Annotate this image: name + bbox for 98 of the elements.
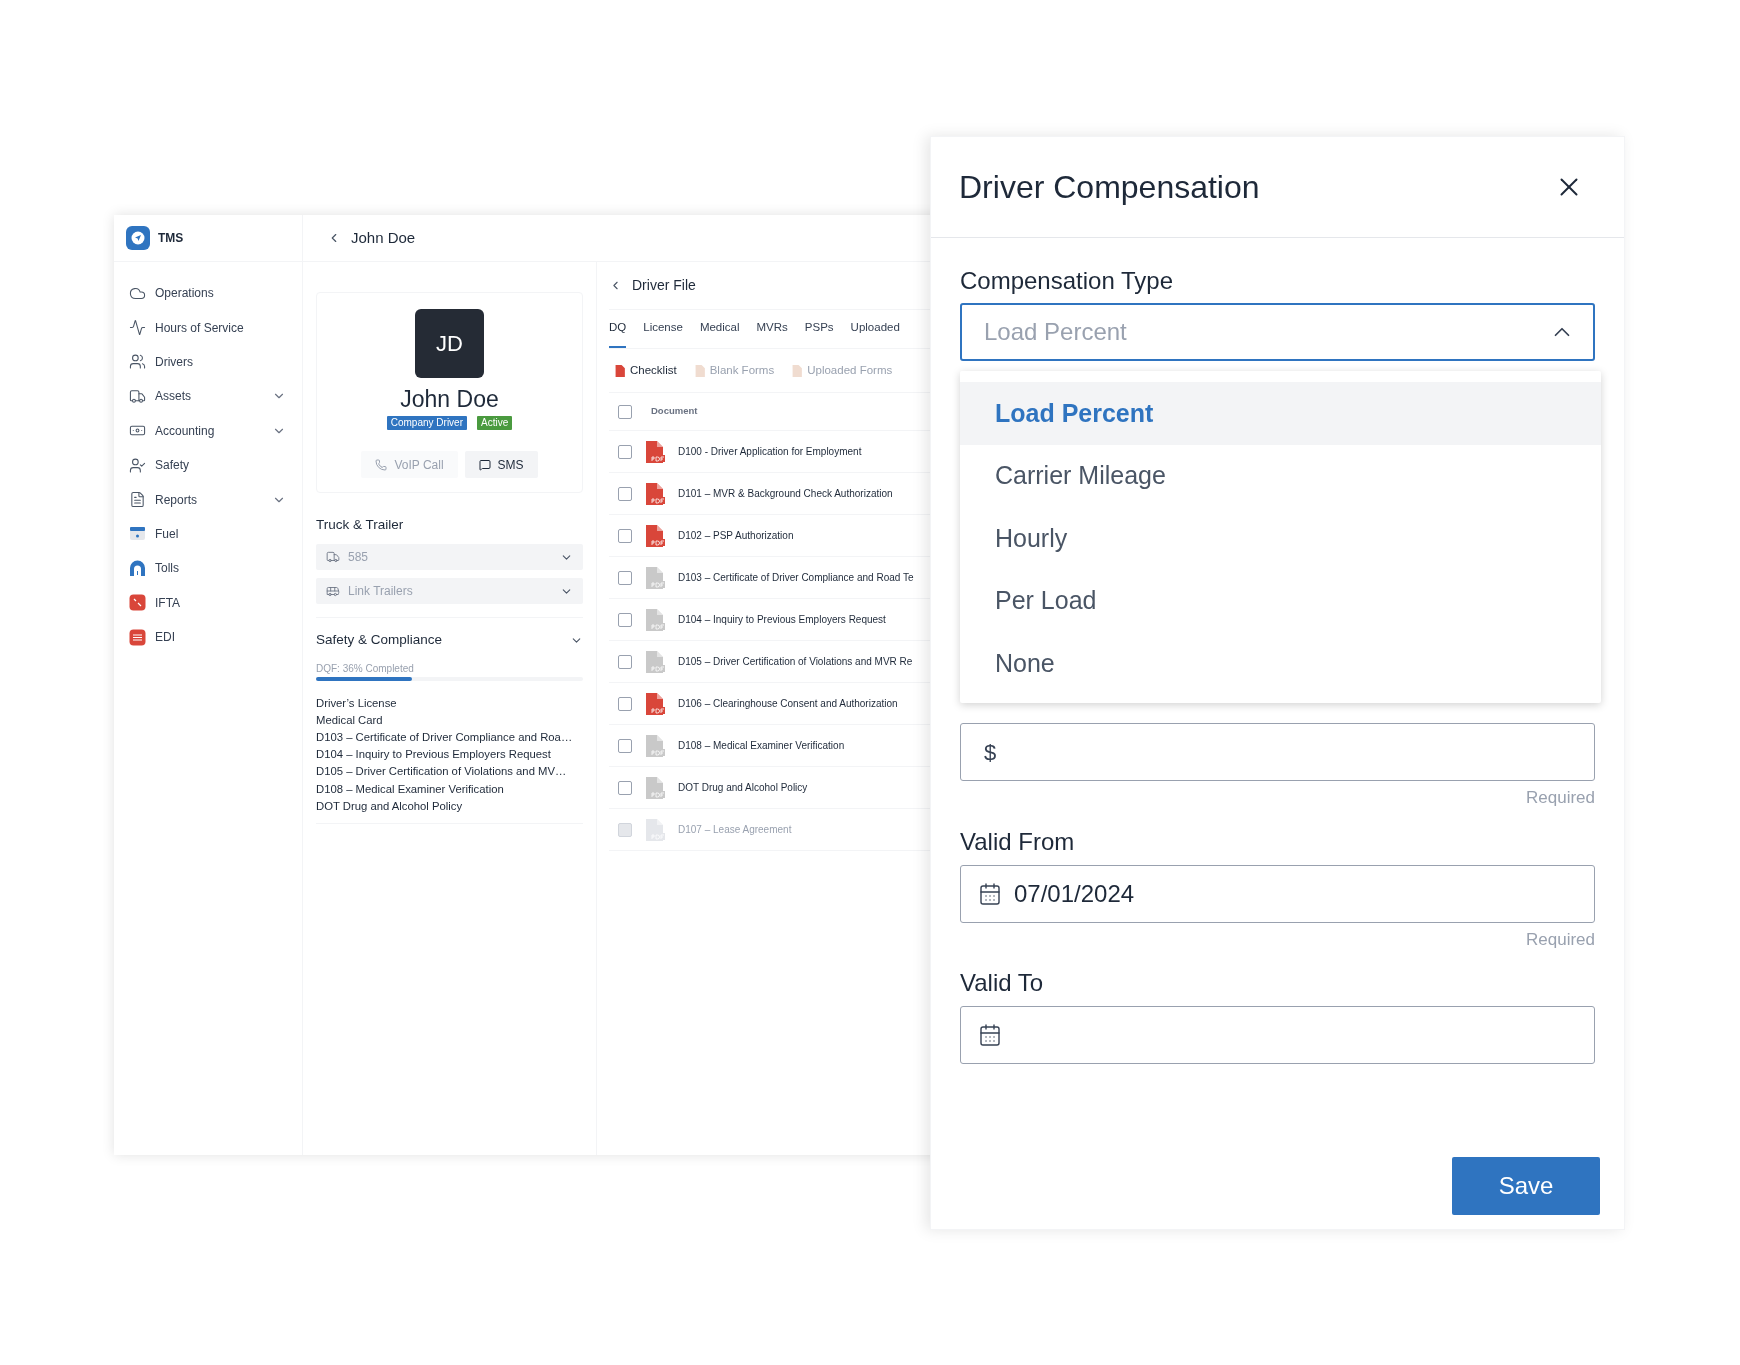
- field-label: Valid From: [960, 826, 1076, 857]
- sidebar-item[interactable]: Assets: [114, 379, 302, 414]
- pdf-file-icon: [645, 734, 665, 757]
- pdf-file-icon: [645, 440, 665, 463]
- pdf-file-icon: [615, 364, 626, 377]
- chat-icon: [478, 458, 491, 471]
- pulse-icon: [129, 319, 146, 337]
- truck-icon: [129, 387, 146, 405]
- dropdown-option[interactable]: Load Percent: [960, 382, 1601, 445]
- column-header: Document: [651, 404, 698, 419]
- required-hint: Required: [1525, 787, 1595, 809]
- pdf-file-icon: [645, 776, 665, 799]
- view-button[interactable]: Checklist: [615, 361, 677, 380]
- contact-button[interactable]: SMS: [464, 451, 538, 478]
- tab[interactable]: PSPs: [804, 310, 834, 348]
- document-icon: [129, 491, 146, 509]
- tunnel-icon: [129, 559, 146, 577]
- pdf-file-icon: [792, 364, 804, 377]
- checkbox[interactable]: [618, 528, 632, 543]
- page-title: John Doe: [351, 227, 416, 248]
- checkbox[interactable]: [618, 696, 632, 711]
- sidebar-item[interactable]: Fuel: [114, 516, 302, 552]
- progress-label: DQF: 36% Completed: [316, 661, 415, 676]
- tab[interactable]: License: [643, 310, 683, 348]
- required-hint: Required: [1525, 928, 1595, 951]
- calendar-icon: [978, 881, 1002, 906]
- document-name[interactable]: D106 – Clearinghouse Consent and Authorization: [678, 696, 898, 711]
- sidebar-item[interactable]: Safety: [114, 447, 302, 483]
- document-name[interactable]: D102 – PSP Authorization: [678, 528, 794, 543]
- document-name[interactable]: D103 – Certificate of Driver Compliance and Road Te: [678, 570, 914, 585]
- tab[interactable]: MVRs: [756, 310, 788, 348]
- tab[interactable]: Uploaded: [850, 310, 900, 348]
- status-badge: Active: [477, 416, 513, 430]
- checkbox[interactable]: [618, 486, 632, 501]
- checkbox[interactable]: [618, 444, 632, 459]
- trailer-icon: [326, 584, 340, 599]
- sidebar-item[interactable]: Drivers: [114, 344, 302, 380]
- dropdown-option[interactable]: Hourly: [960, 507, 1601, 570]
- calendar-icon: [978, 1023, 1002, 1047]
- dropdown-option[interactable]: Carrier Mileage: [960, 444, 1601, 507]
- checkbox[interactable]: [618, 780, 632, 795]
- rate-field[interactable]: $: [960, 723, 1595, 781]
- modal-title: Driver Compensation: [959, 168, 1260, 207]
- document-name[interactable]: D108 – Medical Examiner Verification: [678, 738, 845, 753]
- document-name[interactable]: D100 - Driver Application for Employment: [678, 444, 862, 459]
- checkbox[interactable]: [618, 570, 632, 585]
- pdf-file-icon: [645, 482, 665, 505]
- missing-document: D103 – Certificate of Driver Compliance and Roa…: [316, 729, 574, 745]
- sidebar-item[interactable]: IFTA: [114, 585, 302, 620]
- status-badge: Company Driver: [386, 416, 467, 430]
- sidebar-item[interactable]: Reports: [114, 482, 302, 517]
- pdf-file-icon: [645, 650, 665, 673]
- field-label: Valid To: [960, 968, 1045, 998]
- sidebar-item[interactable]: EDI: [114, 619, 302, 655]
- sidebar-item[interactable]: Accounting: [114, 413, 302, 448]
- sidebar-item[interactable]: Hours of Service: [114, 310, 302, 345]
- checkbox[interactable]: [618, 654, 632, 669]
- driver-name: John Doe: [400, 385, 499, 413]
- people-icon: [129, 353, 146, 371]
- checkbox[interactable]: [618, 612, 632, 627]
- missing-document: Medical Card: [316, 712, 384, 728]
- tab[interactable]: DQ: [609, 310, 627, 348]
- avatar: JD: [415, 309, 484, 378]
- pdf-file-icon: [645, 692, 665, 715]
- document-name[interactable]: D101 – MVR & Background Check Authorization: [678, 486, 893, 501]
- tab[interactable]: Medical: [699, 310, 740, 348]
- pdf-file-icon: [645, 608, 665, 631]
- section-header[interactable]: Safety & Compliance: [316, 630, 583, 651]
- truck-icon: [326, 550, 340, 565]
- checkbox[interactable]: [618, 738, 632, 753]
- pdf-file-icon: [694, 364, 706, 377]
- date-field[interactable]: [960, 1006, 1595, 1064]
- person-check-icon: [129, 456, 146, 474]
- save-button[interactable]: Save: [1452, 1157, 1600, 1215]
- sidebar-item[interactable]: Tolls: [114, 551, 302, 586]
- missing-document: D104 – Inquiry to Previous Employers Request: [316, 747, 552, 763]
- checkbox[interactable]: [618, 404, 632, 419]
- missing-document: D105 – Driver Certification of Violations and MV…: [316, 764, 568, 780]
- missing-document: D108 – Medical Examiner Verification: [316, 781, 505, 797]
- document-name[interactable]: D104 – Inquiry to Previous Employers Request: [678, 612, 886, 627]
- logo-icon: [126, 226, 150, 250]
- phone-icon: [375, 458, 388, 471]
- date-field[interactable]: 07/01/2024: [960, 864, 1595, 923]
- panel-title: Driver File: [632, 276, 696, 295]
- fuel-card-icon: [129, 525, 146, 543]
- dropdown-option[interactable]: None: [960, 632, 1601, 695]
- pdf-file-icon: [645, 524, 665, 547]
- missing-document: DOT Drug and Alcohol Policy: [316, 798, 464, 814]
- pdf-file-icon: [645, 566, 665, 589]
- pdf-file-icon: [645, 818, 665, 841]
- document-name[interactable]: DOT Drug and Alcohol Policy: [678, 780, 808, 795]
- section-title: Truck & Trailer: [316, 516, 405, 534]
- field-label: Compensation Type: [960, 266, 1175, 296]
- sidebar-item[interactable]: Operations: [114, 276, 302, 311]
- document-name[interactable]: D105 – Driver Certification of Violations and MVR Re: [678, 654, 913, 669]
- brand-name: TMS: [158, 230, 184, 247]
- missing-document: Driver’s License: [316, 695, 398, 711]
- dropdown-option[interactable]: Per Load: [960, 569, 1601, 632]
